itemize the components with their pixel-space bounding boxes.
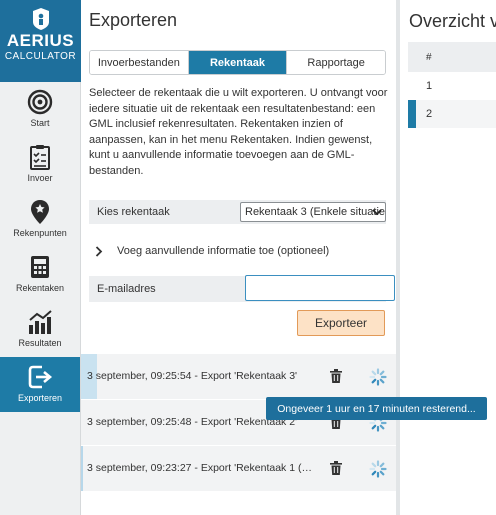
nav-item-rekenpunten[interactable]: Rekenpunten [0,192,80,247]
table-row[interactable]: 1 [408,72,496,100]
additional-info-toggle[interactable]: Voeg aanvullende informatie toe (optione… [89,240,386,262]
aerius-logo-icon [32,8,50,30]
nav-label: Invoer [27,173,53,183]
time-remaining-tooltip: Ongeveer 1 uur en 17 minuten resterend..… [266,397,487,420]
calculation-job-select[interactable]: Rekentaak 3 (Enkele situatie) [240,202,386,222]
table-header: # [408,42,496,72]
tab-rapportage[interactable]: Rapportage [287,51,385,74]
email-row: E-mailadres [89,275,395,302]
email-label: E-mailadres [97,283,156,295]
column-header-number: # [426,52,432,63]
select-value: Rekentaak 3 (Enkele situatie) [245,206,386,218]
map-pin-icon [0,198,80,226]
calculator-icon [0,253,80,281]
nav-label: Rekentaken [15,283,65,293]
job-progress-indicator [81,446,83,491]
chart-icon [0,308,80,336]
email-field[interactable] [245,275,395,301]
chevron-right-icon [89,245,109,257]
loading-spinner-icon [369,368,387,391]
nav-item-start[interactable]: Start [0,82,80,137]
additional-info-label: Voeg aanvullende informatie toe (optione… [117,245,330,257]
nav-label: Start [30,118,50,128]
logo-name: AERIUS [6,31,75,50]
export-panel: Exporteren Invoerbestanden Rekentaak Rap… [81,0,396,515]
export-button[interactable]: Exporteer [297,310,385,336]
nav-item-rekentaken[interactable]: Rekentaken [0,247,80,302]
loading-spinner-icon [369,460,387,483]
export-jobs-list: 3 september, 09:25:54 - Export 'Rekentaa… [81,354,396,492]
nav-label: Exporteren [17,393,63,403]
export-icon [0,363,80,391]
list-item: 3 september, 09:25:54 - Export 'Rekentaa… [81,354,396,400]
selection-marker [408,100,416,128]
nav-item-exporteren[interactable]: Exporteren [0,357,80,412]
app-logo: AERIUS CALCULATOR [0,0,81,82]
nav-label: Resultaten [18,338,62,348]
list-item: 3 september, 09:23:27 - Export 'Rekentaa… [81,446,396,492]
nav-label: Rekenpunten [13,228,67,238]
clipboard-icon [0,143,80,171]
overview-panel: Overzicht v # 1 2 [400,0,496,515]
job-label: 3 september, 09:23:27 - Export 'Rekentaa… [87,462,312,474]
target-icon [0,88,80,116]
main-navigation: AERIUS CALCULATOR Start Invoer Rekenpunt… [0,0,81,515]
chevron-down-icon [372,207,382,220]
overview-title: Overzicht v [409,11,496,31]
calculation-job-label: Kies rekentaak [97,206,170,218]
export-tabs: Invoerbestanden Rekentaak Rapportage [89,50,386,75]
trash-icon[interactable] [330,369,342,388]
calculation-job-row: Kies rekentaak Rekentaak 3 (Enkele situa… [89,200,386,224]
logo-subtitle: CALCULATOR [4,51,77,62]
table-row-selected[interactable]: 2 [408,100,496,128]
page-title: Exporteren [89,10,178,30]
job-label: 3 september, 09:25:54 - Export 'Rekentaa… [87,370,298,382]
trash-icon[interactable] [330,461,342,480]
row-number: 2 [426,108,433,120]
nav-item-resultaten[interactable]: Resultaten [0,302,80,357]
export-description: Selecteer de rekentaak die u wilt export… [89,87,388,177]
tab-rekentaak[interactable]: Rekentaak [188,51,288,74]
nav-item-invoer[interactable]: Invoer [0,137,80,192]
row-number: 1 [426,80,433,92]
tab-invoerbestanden[interactable]: Invoerbestanden [90,51,189,74]
